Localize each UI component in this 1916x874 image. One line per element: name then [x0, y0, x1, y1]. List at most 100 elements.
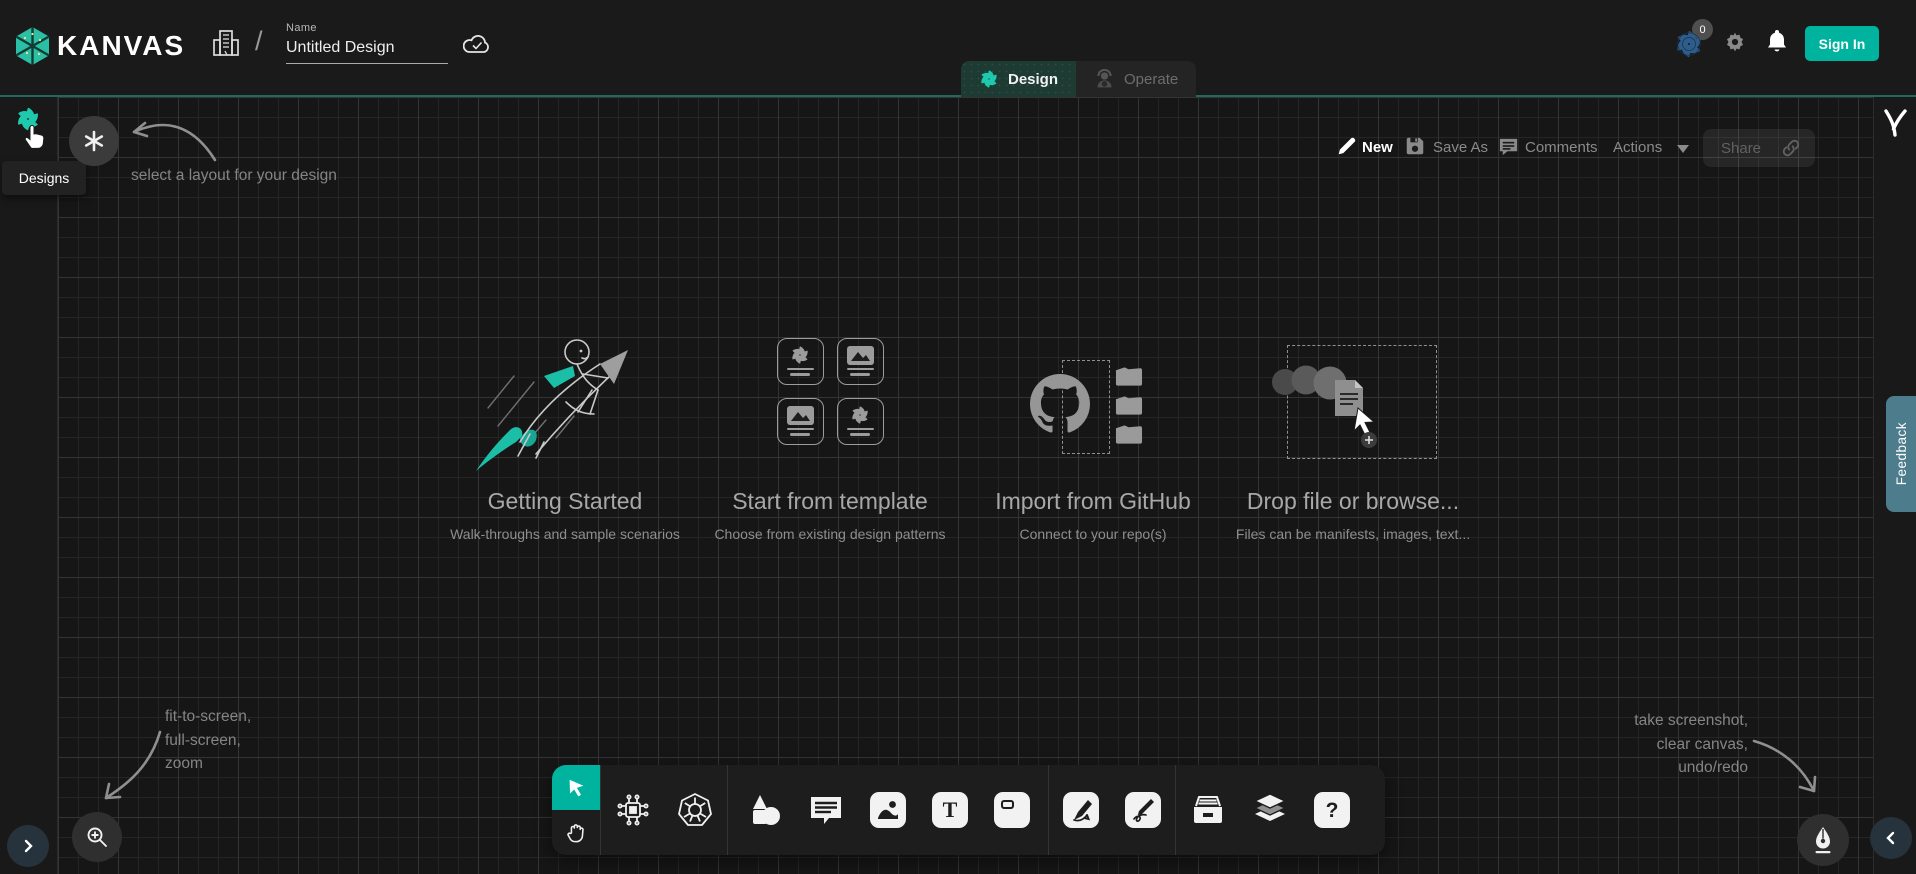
designs-tooltip: Designs	[2, 161, 86, 195]
right-rail-logo-y[interactable]	[1882, 108, 1909, 138]
share-button[interactable]: Share	[1721, 140, 1761, 157]
repo-folders	[1115, 366, 1143, 445]
zoom-in-magnifier-icon	[85, 825, 109, 849]
kubernetes-tool-button[interactable]	[677, 792, 713, 828]
zoom-hint-text: fit-to-screen, full-screen, zoom	[165, 705, 251, 776]
folder-icon	[1115, 395, 1143, 416]
tab-operate[interactable]: Operate	[1076, 61, 1196, 97]
comment-tool-button[interactable]	[808, 792, 844, 828]
select-tool-button[interactable]	[552, 765, 600, 810]
comment-bubble-icon	[809, 794, 843, 826]
card-start-from-template[interactable]: Start from template Choose from existing…	[690, 330, 970, 542]
note-tool-button[interactable]	[994, 792, 1030, 828]
card-subtitle: Connect to your repo(s)	[953, 526, 1233, 542]
zoom-hint-arrow	[88, 726, 168, 812]
annotation-tools: T	[728, 765, 1048, 855]
text-tool-button[interactable]: T	[932, 792, 968, 828]
help-button[interactable]: ?	[1314, 792, 1350, 828]
design-name-block: Name	[286, 22, 448, 64]
shapes-tool-button[interactable]	[746, 792, 782, 828]
expand-right-panel-button[interactable]	[1870, 817, 1912, 859]
comments-icon[interactable]	[1497, 135, 1520, 158]
new-pencil-icon[interactable]	[1336, 135, 1358, 157]
tab-design[interactable]: Design	[961, 61, 1076, 97]
kanvas-app: KANVAS / Name Design	[0, 0, 1916, 874]
organization-icon[interactable]	[212, 28, 240, 58]
chevron-down-icon[interactable]	[1676, 144, 1690, 154]
card-title: Drop file or browse...	[1213, 488, 1493, 515]
drop-file-illustration	[1213, 330, 1493, 472]
kanvas-logo-icon[interactable]	[15, 26, 50, 66]
annotate-pen-button[interactable]	[1797, 814, 1849, 866]
chevron-right-icon	[21, 839, 35, 853]
zoom-button[interactable]	[72, 812, 122, 862]
template-tiles-illustration	[690, 330, 970, 472]
actions-dropdown[interactable]: Actions	[1613, 139, 1662, 156]
feedback-tab[interactable]: Feedback	[1886, 396, 1916, 512]
template-tile-spiral	[777, 338, 824, 385]
comments-button[interactable]: Comments	[1525, 139, 1598, 156]
component-chip-icon	[616, 793, 650, 827]
card-getting-started[interactable]: Getting Started Walk-throughs and sample…	[425, 330, 705, 542]
folder-icon	[1115, 424, 1143, 445]
expand-left-panel-button[interactable]	[7, 825, 49, 867]
pen-path-icon	[1068, 797, 1094, 823]
new-button[interactable]: New	[1362, 139, 1393, 156]
tab-operate-label: Operate	[1124, 71, 1178, 88]
edge-pen-tool-button[interactable]	[1063, 792, 1099, 828]
history-hint-arrow	[1748, 733, 1828, 805]
draw-tools	[1049, 765, 1175, 855]
card-title: Import from GitHub	[953, 488, 1233, 515]
layout-hint-arrow	[112, 108, 222, 170]
folder-icon	[1115, 366, 1143, 387]
layout-hint-text: select a layout for your design	[131, 164, 337, 188]
layers-button[interactable]	[1252, 792, 1288, 828]
designs-tooltip-label: Designs	[19, 170, 70, 186]
card-title: Getting Started	[425, 488, 705, 515]
card-subtitle: Walk-throughs and sample scenarios	[425, 526, 705, 542]
design-name-label: Name	[286, 22, 448, 34]
component-tool-button[interactable]	[615, 792, 651, 828]
feedback-tab-label: Feedback	[1894, 422, 1909, 485]
question-mark-icon: ?	[1326, 800, 1339, 821]
history-hint-text: take screenshot, clear canvas, undo/redo	[1634, 709, 1748, 780]
media-tool-button[interactable]	[870, 792, 906, 828]
card-drop-file[interactable]: Drop file or browse... Files can be mani…	[1213, 330, 1493, 542]
design-name-input[interactable]	[286, 39, 448, 64]
layout-asterisk-icon	[82, 129, 106, 153]
text-T-icon: T	[943, 799, 958, 821]
card-import-from-github[interactable]: Import from GitHub Connect to your repo(…	[953, 330, 1233, 542]
settings-gear-icon[interactable]	[1724, 31, 1746, 53]
sign-in-button[interactable]: Sign In	[1805, 26, 1879, 61]
card-title: Start from template	[690, 488, 970, 515]
tool-dock: T	[552, 765, 1385, 855]
notifications-bell-icon[interactable]	[1765, 28, 1789, 54]
copy-link-icon[interactable]	[1781, 138, 1801, 158]
design-spiral-icon	[979, 69, 999, 89]
pointer-hand-cursor	[22, 120, 48, 150]
kubernetes-wheel-icon	[677, 792, 713, 828]
share-group: Share	[1703, 129, 1815, 167]
utility-tools: ?	[1176, 765, 1385, 855]
shapes-icon	[747, 793, 781, 827]
note-panel-icon	[1000, 798, 1024, 822]
save-as-button[interactable]: Save As	[1433, 139, 1488, 156]
avatar[interactable]	[1674, 29, 1704, 59]
app-header: KANVAS / Name Design	[0, 0, 1916, 97]
sketch-pencil-tool-button[interactable]	[1125, 792, 1161, 828]
template-tile-image	[837, 338, 884, 385]
operate-person-icon	[1094, 69, 1115, 90]
infra-tools	[601, 765, 727, 855]
chevron-left-icon	[1884, 831, 1898, 845]
import-drawer-button[interactable]	[1190, 792, 1226, 828]
save-as-icon[interactable]	[1404, 135, 1426, 157]
card-subtitle: Choose from existing design patterns	[690, 526, 970, 542]
left-rail	[0, 97, 58, 874]
github-octocat-icon	[1030, 374, 1090, 434]
pen-nib-icon	[1810, 826, 1836, 854]
template-tile-image	[777, 398, 824, 445]
github-illustration	[953, 330, 1233, 472]
layers-stack-icon	[1252, 793, 1288, 827]
pointer-tools	[552, 765, 600, 855]
pan-tool-button[interactable]	[552, 810, 600, 855]
